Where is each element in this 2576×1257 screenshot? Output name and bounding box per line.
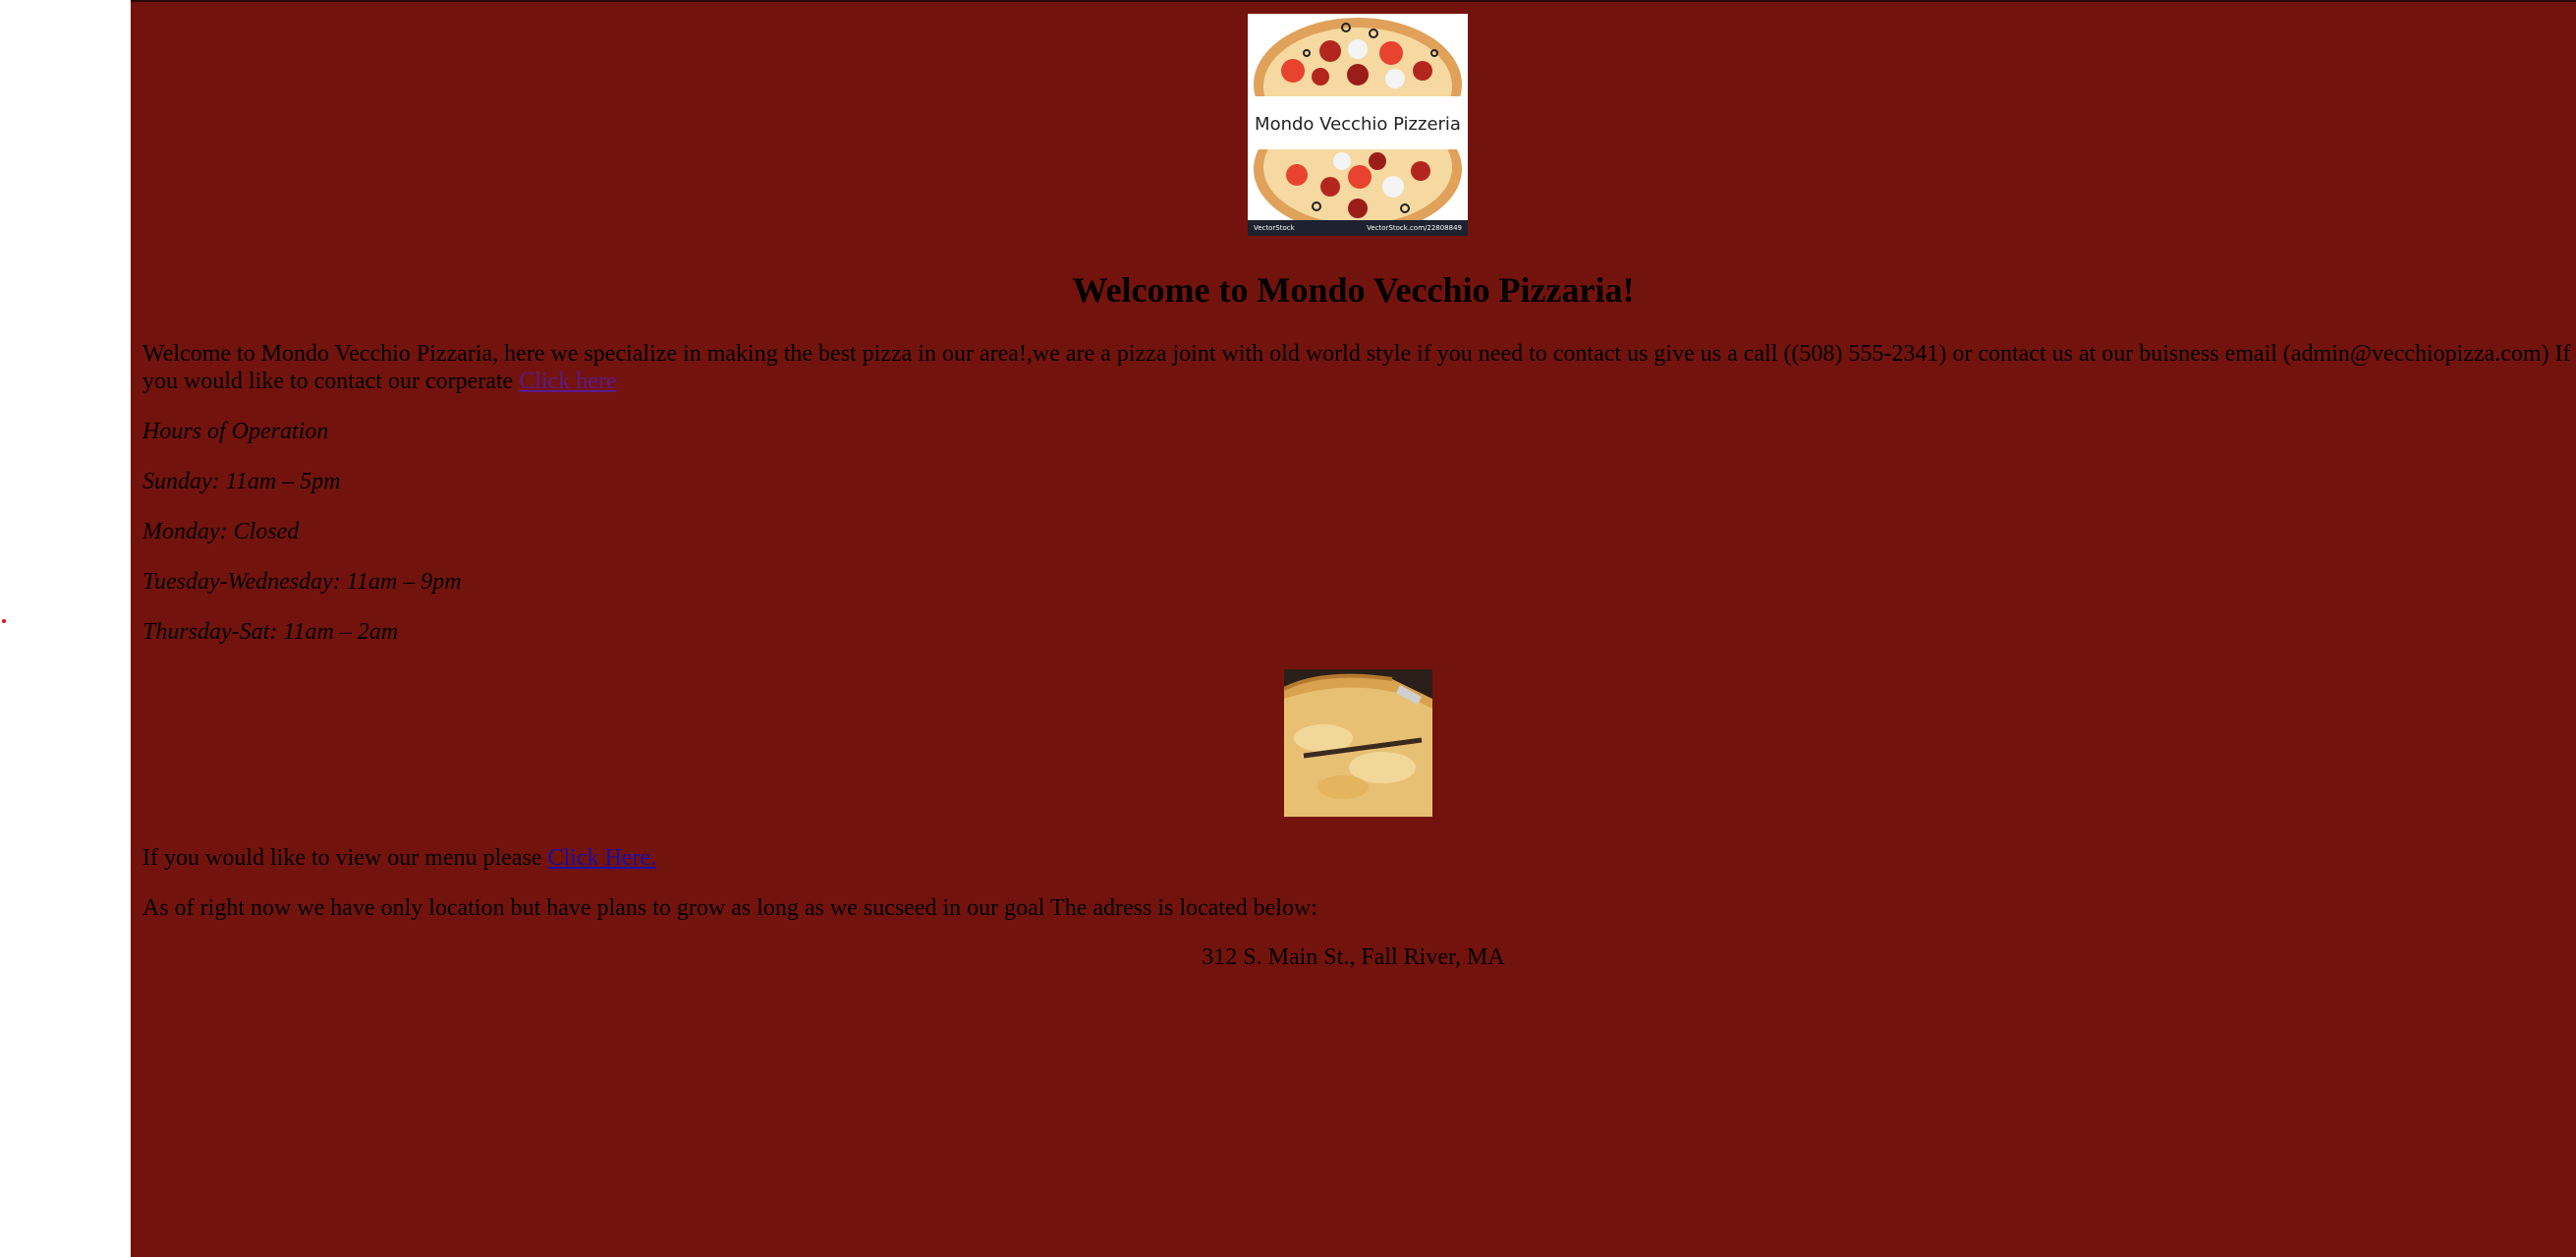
- stock-watermark-bar: VectorStock VectorStock.com/22808849: [1248, 220, 1468, 236]
- stray-dot: [2, 619, 6, 623]
- stock-watermark-left: VectorStock: [1254, 224, 1295, 232]
- hours-monday: Monday: Closed: [142, 519, 300, 544]
- menu-text: If you would like to view our menu pleas…: [142, 845, 548, 871]
- corporate-contact-link[interactable]: Click here: [519, 369, 616, 394]
- page-title: Welcome to Mondo Vecchio Pizzaria!: [1072, 270, 1635, 310]
- hours-heading: Hours of Operation: [142, 419, 329, 444]
- hours-thursday-saturday: Thursday-Sat: 11am – 2am: [142, 619, 399, 645]
- page-body: Mondo Vecchio Pizzeria VectorStock Vecto…: [131, 0, 2576, 1257]
- stock-watermark-right: VectorStock.com/22808849: [1367, 224, 1462, 232]
- pizza-photo-graphic: [1284, 669, 1432, 817]
- address: 312 S. Main St., Fall River, MA: [1202, 944, 1505, 970]
- location-paragraph: As of right now we have only location bu…: [142, 895, 1317, 921]
- intro-text: Welcome to Mondo Vecchio Pizzaria, here …: [142, 341, 2571, 394]
- intro-paragraph: Welcome to Mondo Vecchio Pizzaria, here …: [142, 340, 2576, 395]
- pizza-photo: [1284, 669, 1432, 817]
- menu-link[interactable]: Click Here.: [548, 845, 657, 871]
- hours-tuesday-wednesday: Tuesday-Wednesday: 11am – 9pm: [142, 569, 462, 595]
- logo-text: Mondo Vecchio Pizzeria: [1255, 114, 1461, 135]
- menu-paragraph: If you would like to view our menu pleas…: [142, 845, 656, 872]
- hours-sunday: Sunday: 11am – 5pm: [142, 469, 341, 494]
- pizzeria-logo: Mondo Vecchio Pizzeria VectorStock Vecto…: [1248, 14, 1468, 236]
